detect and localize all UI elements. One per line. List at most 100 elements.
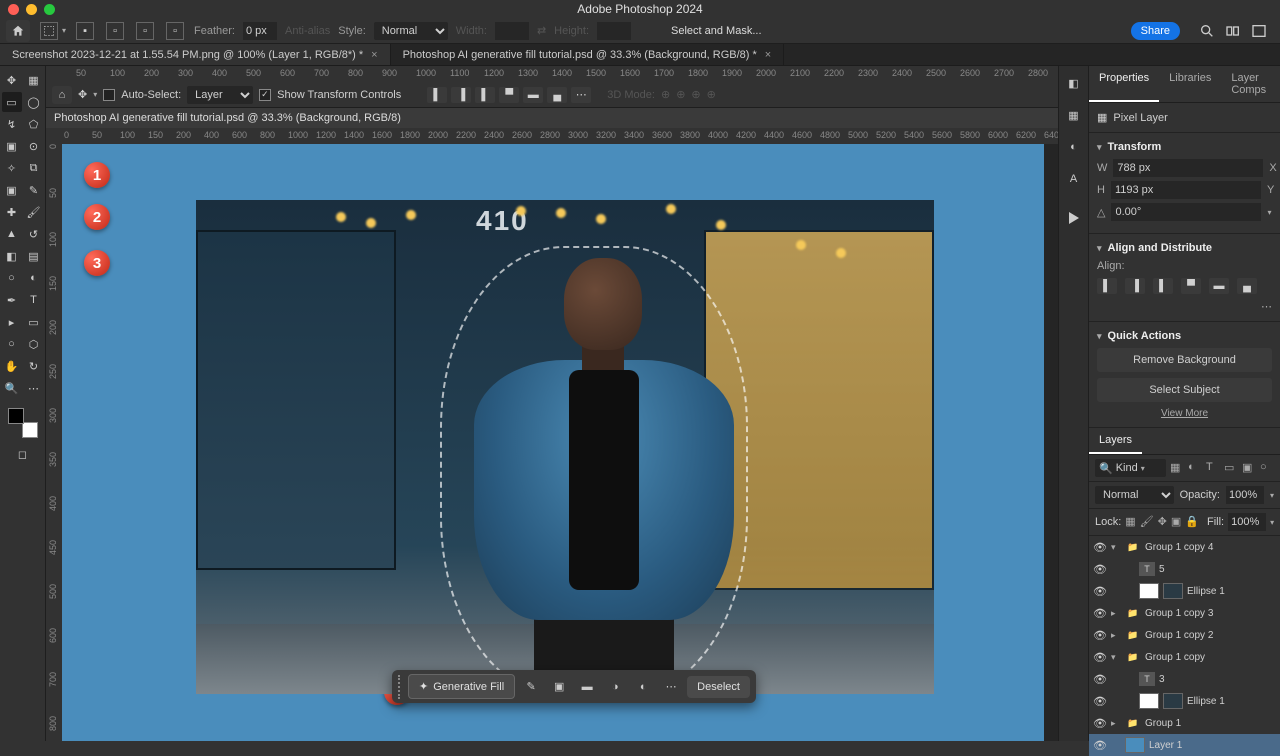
opacity-input[interactable] (1226, 486, 1264, 504)
foreground-color-swatch[interactable] (8, 408, 24, 424)
filter-smart-icon[interactable]: ▣ (1242, 461, 1256, 475)
select-subject-button[interactable]: Select Subject (1097, 378, 1272, 402)
w-input[interactable] (1113, 159, 1263, 177)
wand-tool-icon[interactable]: ✧ (2, 158, 22, 178)
filter-toggle-icon[interactable]: ○ (1260, 461, 1274, 475)
layer-row[interactable]: 👁▾📁Group 1 copy 4 (1089, 536, 1280, 558)
actions-play-icon[interactable] (1069, 212, 1079, 224)
document-canvas[interactable]: Photoshop AI generative fill tutorial.ps… (46, 108, 1058, 741)
healing-tool-icon[interactable]: ✚ (2, 202, 22, 222)
swatches-panel-icon[interactable]: ▦ (1065, 106, 1083, 124)
adjustment-icon[interactable]: ◐ (631, 675, 655, 699)
add-selection-icon[interactable]: ▫ (106, 22, 124, 40)
lock-artboard-icon[interactable]: ▣ (1171, 515, 1181, 529)
twisty-icon[interactable]: ▾ (1111, 652, 1121, 663)
subtract-selection-icon[interactable]: ▫ (136, 22, 154, 40)
dodge-tool-icon[interactable]: ◐ (24, 268, 44, 288)
align-middle-icon[interactable]: ▬ (1209, 278, 1229, 294)
layer-row[interactable]: 👁▸📁Group 1 copy 3 (1089, 602, 1280, 624)
chevron-down-icon[interactable]: ▾ (1097, 331, 1102, 342)
doc-tab-1[interactable]: Screenshot 2023-12-21 at 1.55.54 PM.png … (0, 44, 391, 65)
twisty-icon[interactable]: ▸ (1111, 630, 1121, 641)
frame-tool-icon[interactable]: ▣ (2, 180, 22, 200)
generative-fill-button[interactable]: ✦ Generative Fill (408, 674, 515, 699)
adjustments-panel-icon[interactable]: ◐ (1065, 138, 1083, 156)
close-tab-icon[interactable]: × (765, 49, 771, 61)
character-panel-icon[interactable]: A (1065, 170, 1083, 188)
blur-tool-icon[interactable]: ○ (2, 268, 22, 288)
tab-layers[interactable]: Layers (1089, 428, 1142, 454)
layer-row[interactable]: 👁Ellipse 1 (1089, 580, 1280, 602)
layer-row[interactable]: 👁▸📁Group 1 copy 2 (1089, 624, 1280, 646)
visibility-toggle-icon[interactable]: 👁 (1093, 673, 1107, 686)
home-button[interactable] (6, 20, 30, 42)
align-right-icon[interactable]: ▌ (1153, 278, 1173, 294)
align-bottom-icon[interactable]: ▄ (547, 87, 567, 103)
minimize-window-button[interactable] (26, 4, 37, 15)
quick-mask-icon[interactable]: ◻ (13, 444, 33, 464)
align-right-icon[interactable]: ▌ (475, 87, 495, 103)
more-options-icon[interactable]: ⋯ (1097, 300, 1272, 313)
taskbar-drag-handle[interactable] (398, 675, 402, 699)
close-tab-icon[interactable]: × (371, 49, 377, 61)
visibility-toggle-icon[interactable]: 👁 (1093, 717, 1107, 730)
eyedropper-tool-icon[interactable]: ✎ (24, 180, 44, 200)
filter-pixel-icon[interactable]: ▦ (1170, 461, 1184, 475)
visibility-toggle-icon[interactable]: 👁 (1093, 541, 1107, 554)
fullscreen-window-button[interactable] (44, 4, 55, 15)
filter-type-icon[interactable]: T (1206, 461, 1220, 475)
background-color-swatch[interactable] (22, 422, 38, 438)
lasso-tool-icon[interactable]: ↯ (2, 114, 22, 134)
object-select-tool-icon[interactable]: ▣ (2, 136, 22, 156)
artboard-tool-icon[interactable]: ▦ (24, 70, 44, 90)
more-options-icon[interactable]: ⋯ (659, 675, 683, 699)
crop-tool-icon[interactable]: ⧉ (24, 158, 44, 178)
filter-shape-icon[interactable]: ▭ (1224, 461, 1238, 475)
twisty-icon[interactable]: ▸ (1111, 608, 1121, 619)
tab-libraries[interactable]: Libraries (1159, 66, 1221, 102)
tool-preset-picker[interactable]: ▾ (38, 22, 66, 40)
layer-row[interactable]: 👁▾📁Group 1 copy (1089, 646, 1280, 668)
new-selection-icon[interactable]: ▪ (76, 22, 94, 40)
align-left-icon[interactable]: ▌ (427, 87, 447, 103)
chevron-down-icon[interactable]: ▾ (1267, 208, 1271, 217)
history-brush-tool-icon[interactable]: ↺ (24, 224, 44, 244)
twisty-icon[interactable]: ▾ (1111, 542, 1121, 553)
inner-home-icon[interactable]: ⌂ (52, 86, 72, 104)
chevron-down-icon[interactable]: ▾ (1270, 491, 1274, 500)
eraser-tool-icon[interactable]: ◧ (2, 246, 22, 266)
move-tool-icon[interactable]: ✥ (2, 70, 22, 90)
align-left-icon[interactable]: ▌ (1097, 278, 1117, 294)
path-select-tool-icon[interactable]: ▸ (2, 312, 22, 332)
chevron-down-icon[interactable]: ▾ (1097, 243, 1102, 254)
arrange-documents-icon[interactable] (1250, 22, 1268, 40)
polygon-shape-tool-icon[interactable]: ⬡ (24, 334, 44, 354)
align-top-icon[interactable]: ▀ (1181, 278, 1201, 294)
deselect-button[interactable]: Deselect (687, 676, 750, 698)
h-input[interactable] (1111, 181, 1261, 199)
visibility-toggle-icon[interactable]: 👁 (1093, 651, 1107, 664)
chevron-down-icon[interactable]: ▾ (1097, 142, 1102, 153)
style-select[interactable]: Normal (374, 22, 448, 40)
align-bottom-icon[interactable]: ▄ (1237, 278, 1257, 294)
layer-row[interactable]: 👁Ellipse 1 (1089, 690, 1280, 712)
close-window-button[interactable] (8, 4, 19, 15)
hand-tool-icon[interactable]: ✋ (2, 356, 22, 376)
layer-row[interactable]: 👁T5 (1089, 558, 1280, 580)
select-and-mask-button[interactable]: Select and Mask... (671, 25, 762, 37)
stamp-tool-icon[interactable]: ▲ (2, 224, 22, 244)
fill-icon[interactable]: ◑ (603, 675, 627, 699)
quick-select-tool-icon[interactable]: ⊙ (24, 136, 44, 156)
align-center-h-icon[interactable]: ▐ (451, 87, 471, 103)
fill-input[interactable] (1228, 513, 1266, 531)
visibility-toggle-icon[interactable]: 👁 (1093, 563, 1107, 576)
visibility-toggle-icon[interactable]: 👁 (1093, 739, 1107, 752)
visibility-toggle-icon[interactable]: 👁 (1093, 585, 1107, 598)
ellipse-marquee-tool-icon[interactable]: ◯ (24, 92, 44, 112)
tab-layer-comps[interactable]: Layer Comps (1221, 66, 1280, 102)
blend-mode-select[interactable]: Normal (1095, 486, 1174, 504)
align-middle-icon[interactable]: ▬ (523, 87, 543, 103)
visibility-toggle-icon[interactable]: 👁 (1093, 607, 1107, 620)
chevron-down-icon[interactable]: ▾ (1270, 518, 1274, 527)
twisty-icon[interactable]: ▸ (1111, 718, 1121, 729)
